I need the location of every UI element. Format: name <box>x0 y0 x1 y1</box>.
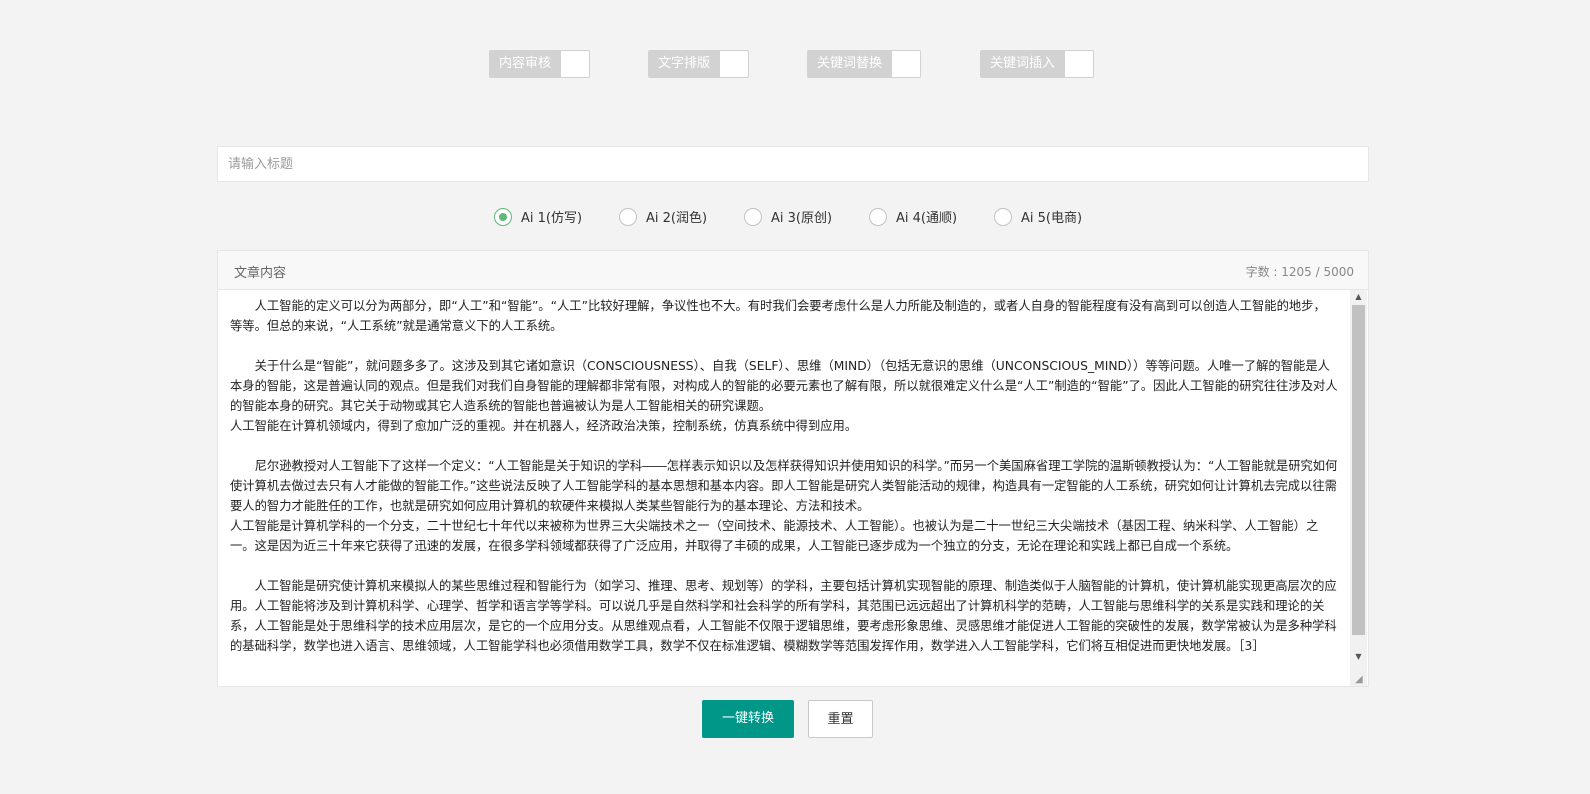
article-paragraph: 人工智能是计算机学科的一个分支，二十世纪七十年代以来被称为世界三大尖端技术之一（… <box>230 519 1319 553</box>
triangle-down-icon[interactable]: ▼ <box>1350 650 1367 664</box>
reset-button[interactable]: 重置 <box>808 700 873 738</box>
article-panel: 文章内容 字数 : 1205 / 5000 人工智能的定义可以分为两部分，即“人… <box>217 250 1369 687</box>
article-textarea[interactable]: 人工智能的定义可以分为两部分，即“人工”和“智能”。“人工”比较好理解，争议性也… <box>218 290 1350 686</box>
article-paragraph: 关于什么是“智能”，就问题多多了。这涉及到其它诸如意识（CONSCIOUSNES… <box>230 359 1338 413</box>
toggle-keyword-insert[interactable]: 关键词插入 <box>980 50 1095 78</box>
article-scrollbar[interactable]: ▲ ▼ ◢ <box>1350 290 1367 686</box>
article-paragraph: 人工智能在计算机领域内，得到了愈加广泛的重视。并在机器人，经济政治决策，控制系统… <box>230 419 858 433</box>
toggle-content-review[interactable]: 内容审核 <box>489 50 591 78</box>
toggle-switch[interactable] <box>1065 50 1095 78</box>
scrollbar-thumb[interactable] <box>1352 305 1365 635</box>
triangle-up-icon[interactable]: ▲ <box>1350 290 1367 304</box>
article-panel-header: 文章内容 字数 : 1205 / 5000 <box>218 251 1368 290</box>
ai-mode-radio-group: Ai 1(仿写) Ai 2(润色) Ai 3(原创) Ai 4(通顺) Ai 5… <box>0 207 1590 231</box>
radio-label: Ai 4(通顺) <box>896 211 958 226</box>
radio-ai-1[interactable]: Ai 1(仿写) <box>494 207 582 226</box>
radio-ai-5[interactable]: Ai 5(电商) <box>994 207 1082 226</box>
toggle-label: 文字排版 <box>648 50 721 78</box>
radio-label: Ai 5(电商) <box>1021 211 1083 226</box>
toggle-keyword-replace[interactable]: 关键词替换 <box>807 50 922 78</box>
toggle-label: 关键词替换 <box>807 50 893 78</box>
article-paragraph: 尼尔逊教授对人工智能下了这样一个定义：“人工智能是关于知识的学科――怎样表示知识… <box>230 459 1338 513</box>
radio-label: Ai 1(仿写) <box>521 211 583 226</box>
title-input[interactable] <box>217 146 1369 182</box>
toggle-text-layout[interactable]: 文字排版 <box>648 50 750 78</box>
radio-ai-3[interactable]: Ai 3(原创) <box>744 207 832 226</box>
radio-unchecked-icon <box>994 207 1012 226</box>
toggle-switch[interactable] <box>892 50 922 78</box>
convert-button[interactable]: 一键转换 <box>702 700 794 738</box>
toggle-switch[interactable] <box>720 50 750 78</box>
word-count: 字数 : 1205 / 5000 <box>1245 265 1354 279</box>
article-paragraph: 人工智能是研究使计算机来模拟人的某些思维过程和智能行为（如学习、推理、思考、规划… <box>230 579 1337 653</box>
toggle-label: 内容审核 <box>489 50 562 78</box>
radio-unchecked-icon <box>619 207 637 226</box>
radio-label: Ai 2(润色) <box>646 211 708 226</box>
radio-unchecked-icon <box>869 207 887 226</box>
toggle-label: 关键词插入 <box>980 50 1066 78</box>
toggle-switch[interactable] <box>561 50 591 78</box>
radio-ai-4[interactable]: Ai 4(通顺) <box>869 207 957 226</box>
article-paragraph: 人工智能的定义可以分为两部分，即“人工”和“智能”。“人工”比较好理解，争议性也… <box>230 299 1326 333</box>
radio-unchecked-icon <box>744 207 762 226</box>
feature-toggles: 内容审核 文字排版 关键词替换 关键词插入 <box>0 50 1590 80</box>
resize-grip-icon[interactable]: ◢ <box>1355 674 1367 686</box>
article-panel-title: 文章内容 <box>234 266 287 281</box>
radio-ai-2[interactable]: Ai 2(润色) <box>619 207 707 226</box>
radio-label: Ai 3(原创) <box>771 211 833 226</box>
radio-checked-icon <box>494 207 512 226</box>
